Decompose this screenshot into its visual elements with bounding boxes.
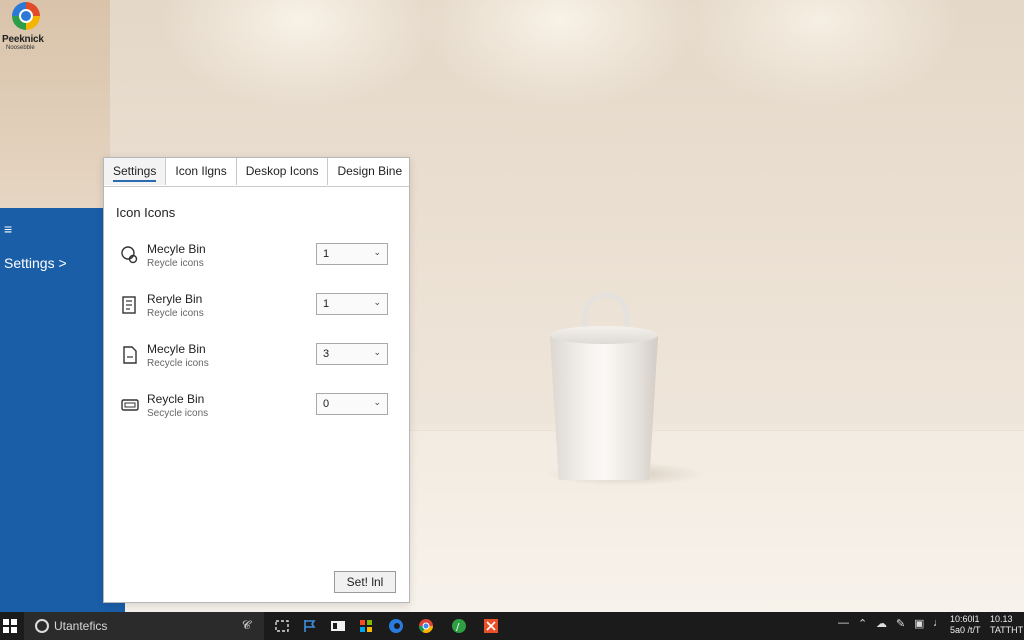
windows-start-icon[interactable] xyxy=(3,619,17,633)
task-view-icon[interactable] xyxy=(274,618,290,634)
trash-can-lid xyxy=(550,326,658,344)
search-icon xyxy=(35,619,49,633)
flag-icon[interactable] xyxy=(302,618,318,634)
tab-label: Deskop Icons xyxy=(245,164,319,178)
select-value: 1 xyxy=(323,248,330,260)
row-subtitle: Reycle icons xyxy=(147,308,204,319)
trash-can-body xyxy=(550,336,658,480)
chevron-up-icon[interactable]: ⌃ xyxy=(858,617,867,630)
network-icon[interactable]: ▣ xyxy=(914,617,924,630)
tab-label: Settings xyxy=(113,164,157,182)
chevron-down-icon: ⌄ xyxy=(373,397,381,407)
list-item: Mecyle Bin Reycle icons 1 ⌄ xyxy=(118,240,398,276)
count-select[interactable]: 1 ⌄ xyxy=(316,293,388,315)
section-title: Icon Icons xyxy=(116,205,176,220)
floor-surface xyxy=(410,430,1024,613)
green-app-icon[interactable]: / xyxy=(451,618,467,634)
tab-icon-ilgns[interactable]: Icon Ilgns xyxy=(166,158,237,185)
file-icon xyxy=(123,346,137,364)
row-subtitle: Secycle icons xyxy=(147,408,209,419)
orange-app-icon[interactable] xyxy=(483,618,499,634)
row-title: Mecyle Bin xyxy=(147,342,206,356)
set-button[interactable]: Set! lnl xyxy=(334,571,396,593)
row-title: Reryle Bin xyxy=(147,292,203,306)
count-select[interactable]: 0 ⌄ xyxy=(316,393,388,415)
desktop-app-subtitle: Noosebble xyxy=(6,45,35,51)
taskbar: Utantefics 𝓒 / — ⌃ ☁ ✎ ▣ ♩ 10:60l1 5a0 /… xyxy=(0,612,1024,640)
clock[interactable]: 10:60l1 5a0 /t/T xyxy=(950,614,981,636)
select-value: 0 xyxy=(323,398,330,410)
pen-icon[interactable]: ✎ xyxy=(896,617,905,630)
chrome-browser-icon[interactable] xyxy=(418,618,434,634)
cloud-icon[interactable]: ☁ xyxy=(876,617,887,630)
edge-browser-icon[interactable] xyxy=(388,618,404,634)
chevron-down-icon: ⌄ xyxy=(373,297,381,307)
tray-minimize-icon[interactable]: — xyxy=(838,617,849,629)
clock-date: 5a0 /t/T xyxy=(950,625,981,635)
row-title: Reycle Bin xyxy=(147,392,205,406)
count-select[interactable]: 3 ⌄ xyxy=(316,343,388,365)
tab-settings[interactable]: Settings xyxy=(104,158,167,185)
document-bin-icon xyxy=(122,296,136,314)
clock-date-secondary: TATTHT xyxy=(990,625,1024,635)
volume-icon[interactable]: ♩ xyxy=(933,617,944,629)
drive-icon xyxy=(121,399,139,411)
store-icon[interactable] xyxy=(330,618,346,634)
select-value: 3 xyxy=(323,348,330,360)
count-select[interactable]: 1 ⌄ xyxy=(316,243,388,265)
clock-secondary[interactable]: 10.13 TATTHT xyxy=(990,614,1023,636)
row-title: Mecyle Bin xyxy=(147,242,206,256)
tab-label: Icon Ilgns xyxy=(175,164,227,178)
microphone-icon[interactable]: 𝓒 xyxy=(242,618,251,633)
chevron-down-icon: ⌄ xyxy=(373,347,381,357)
list-item: Mecyle Bin Recycle icons 3 ⌄ xyxy=(118,340,398,376)
clock-time: 10:60l1 xyxy=(950,614,980,624)
select-value: 1 xyxy=(323,298,330,310)
icon-settings-dialog: Settings Icon Ilgns Deskop Icons Design … xyxy=(103,157,410,603)
list-item: Reycle Bin Secycle icons 0 ⌄ xyxy=(118,390,398,426)
breadcrumb[interactable]: Settings > xyxy=(4,255,67,271)
row-subtitle: Recycle icons xyxy=(147,358,209,369)
tab-design-bine[interactable]: Design Bine xyxy=(328,158,411,185)
taskbar-search-box[interactable]: Utantefics 𝓒 xyxy=(24,612,264,640)
search-placeholder: Utantefics xyxy=(54,619,108,633)
clock-time-secondary: 10.13 xyxy=(990,614,1013,624)
tab-bar: Settings Icon Ilgns Deskop Icons Design … xyxy=(104,158,409,187)
browser-logo-icon xyxy=(12,2,40,30)
row-subtitle: Reycle icons xyxy=(147,258,204,269)
office-icon[interactable] xyxy=(358,618,374,634)
tab-desktop-icons[interactable]: Deskop Icons xyxy=(237,158,329,185)
desktop-app-name: Peeknick xyxy=(2,34,44,45)
recycle-bin-icon xyxy=(121,246,138,264)
list-item: Reryle Bin Reycle icons 1 ⌄ xyxy=(118,290,398,326)
hamburger-menu-icon[interactable]: ≡ xyxy=(4,222,12,236)
chevron-down-icon: ⌄ xyxy=(373,247,381,257)
desktop-app-shortcut[interactable]: Peeknick Noosebble xyxy=(0,0,56,56)
tab-label: Design Bine xyxy=(337,164,403,178)
